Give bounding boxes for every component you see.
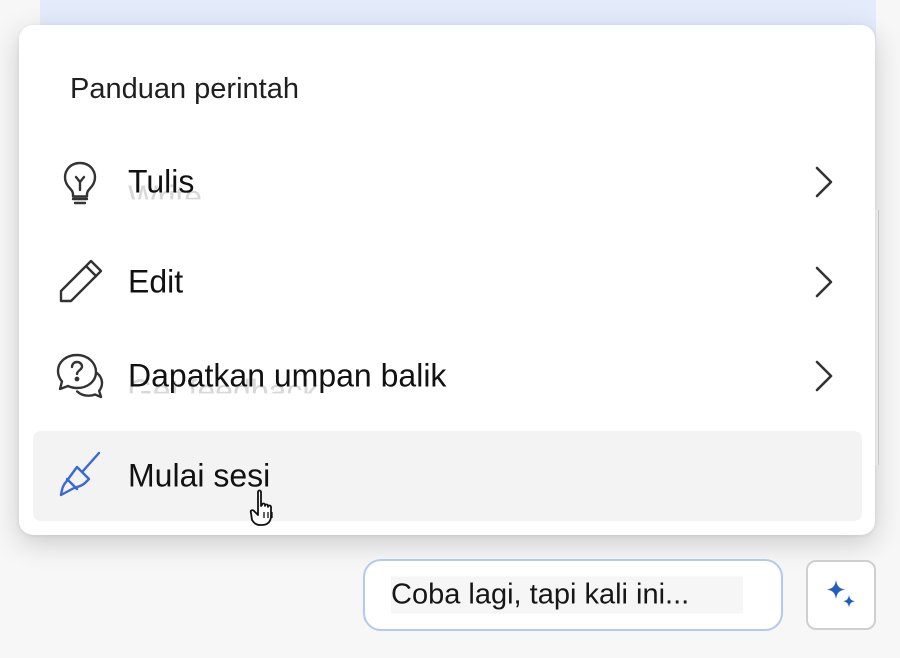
prompt-guide-menu: Panduan perintah Write Tulis Edit Get fe… bbox=[19, 25, 875, 535]
menu-item-edit[interactable]: Edit bbox=[33, 237, 862, 327]
chevron-right-icon bbox=[808, 164, 838, 200]
suggestion-chip-label: Coba lagi, tapi kali ini... bbox=[391, 576, 744, 614]
menu-title: Panduan perintah bbox=[70, 73, 299, 105]
sparkle-icon bbox=[827, 580, 855, 608]
prompt-guide-button[interactable] bbox=[806, 560, 876, 630]
chevron-right-icon bbox=[808, 264, 838, 300]
suggestion-chip[interactable]: Coba lagi, tapi kali ini... bbox=[363, 559, 783, 631]
menu-item-label: Edit bbox=[128, 263, 184, 300]
menu-item-get-feedback[interactable]: Get feedback Dapatkan umpan balik bbox=[33, 331, 862, 421]
pencil-icon bbox=[53, 255, 107, 309]
chevron-right-icon bbox=[808, 358, 838, 394]
menu-item-write[interactable]: Write Tulis bbox=[33, 137, 862, 227]
copilot-stage: Panduan perintah Write Tulis Edit Get fe… bbox=[0, 0, 900, 658]
question-chat-icon bbox=[53, 349, 107, 403]
menu-item-label: Tulis bbox=[128, 163, 195, 200]
menu-item-label: Dapatkan umpan balik bbox=[128, 357, 447, 394]
hand-cursor-icon bbox=[248, 488, 284, 530]
menu-item-start-session[interactable]: Mulai sesi bbox=[33, 431, 862, 521]
broom-icon bbox=[53, 449, 107, 503]
lightbulb-icon bbox=[53, 155, 107, 209]
